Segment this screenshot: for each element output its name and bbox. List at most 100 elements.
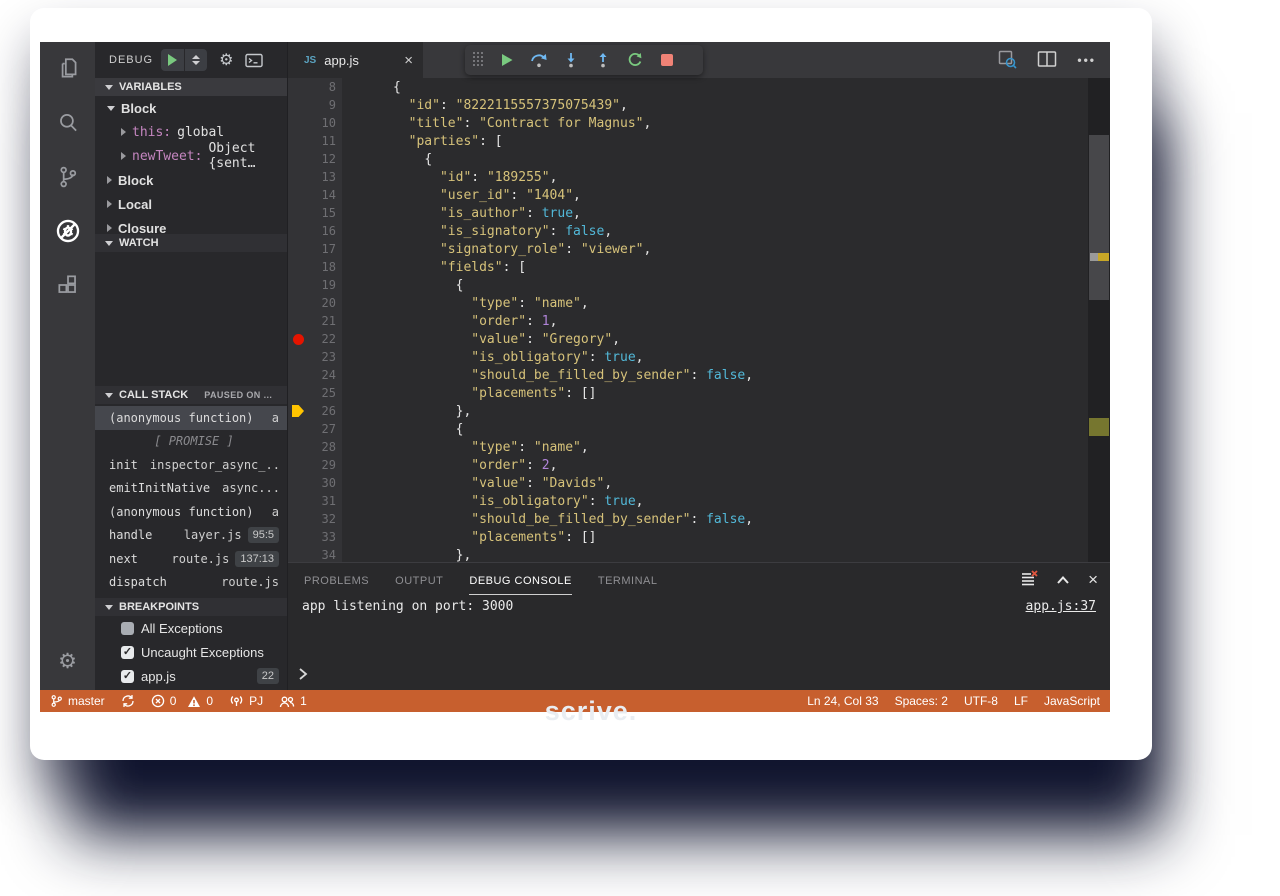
editor-gutter[interactable]: 21 [288,312,342,330]
code-line[interactable]: 21 "order": 1, [288,312,1110,330]
scope-row[interactable]: Block [95,168,287,192]
line-number[interactable]: 9 [308,98,336,112]
code-line[interactable]: 17 "signatory_role": "viewer", [288,240,1110,258]
code-line[interactable]: 10 "title": "Contract for Magnus", [288,114,1110,132]
callstack-row[interactable]: nextroute.js137:13 [95,547,287,571]
line-number[interactable]: 29 [308,458,336,472]
glyph-margin[interactable] [288,405,308,417]
search-icon[interactable] [40,96,95,150]
line-number[interactable]: 33 [308,530,336,544]
line-number[interactable]: 19 [308,278,336,292]
editor-gutter[interactable]: 26 [288,402,342,420]
console-prompt-icon[interactable] [298,667,308,684]
twistie-icon[interactable] [107,224,112,232]
editor-gutter[interactable]: 12 [288,150,342,168]
stop-button[interactable] [651,46,683,74]
line-number[interactable]: 8 [308,80,336,94]
code-line[interactable]: 30 "value": "Davids", [288,474,1110,492]
breakpoint-row[interactable]: All Exceptions [95,616,287,640]
tab-appjs[interactable]: JS app.js × [288,42,423,78]
breakpoints-section-header[interactable]: BREAKPOINTS [95,598,287,616]
panel-tab-terminal[interactable]: TERMINAL [598,566,658,594]
editor-gutter[interactable]: 14 [288,186,342,204]
continue-button[interactable] [491,46,523,74]
line-number[interactable]: 31 [308,494,336,508]
breakpoint-row[interactable]: ✓app.js22 [95,664,287,688]
callstack-row[interactable]: (anonymous function)a [95,406,287,430]
editor-gutter[interactable]: 17 [288,240,342,258]
editor-gutter[interactable]: 24 [288,366,342,384]
settings-gear-icon[interactable]: ⚙ [40,649,95,674]
panel-tab-output[interactable]: OUTPUT [395,566,443,594]
twistie-icon[interactable] [107,106,115,111]
line-number[interactable]: 15 [308,206,336,220]
step-over-button[interactable] [523,46,555,74]
code-line[interactable]: 14 "user_id": "1404", [288,186,1110,204]
line-number[interactable]: 21 [308,314,336,328]
twistie-icon[interactable] [121,152,126,160]
editor-gutter[interactable]: 23 [288,348,342,366]
editor-gutter[interactable]: 28 [288,438,342,456]
clear-console-icon[interactable] [1021,570,1038,590]
callstack-row[interactable]: [ PROMISE ] [95,430,287,454]
code-editor[interactable]: 8{9 "id": "8222115557375075439",10 "titl… [288,78,1110,562]
variables-section-header[interactable]: VARIABLES [95,78,287,96]
line-number[interactable]: 24 [308,368,336,382]
line-number[interactable]: 14 [308,188,336,202]
configure-gear-icon[interactable]: ⚙ [219,50,233,70]
tab-close-icon[interactable]: × [404,52,413,69]
code-line[interactable]: 34 }, [288,546,1110,562]
scrollbar-thumb[interactable] [1089,135,1109,300]
code-line[interactable]: 9 "id": "8222115557375075439", [288,96,1110,114]
callstack-section-header[interactable]: CALL STACK PAUSED ON ... [95,386,287,404]
editor-gutter[interactable]: 18 [288,258,342,276]
console-source-link[interactable]: app.js:37 [1026,599,1096,614]
scope-row[interactable]: Closure [95,216,287,234]
debug-console-toggle-icon[interactable] [245,53,263,68]
editor-gutter[interactable]: 31 [288,492,342,510]
code-line[interactable]: 22 "value": "Gregory", [288,330,1110,348]
breakpoint-dot[interactable] [293,334,304,345]
explorer-icon[interactable] [40,42,95,96]
code-line[interactable]: 25 "placements": [] [288,384,1110,402]
code-line[interactable]: 11 "parties": [ [288,132,1110,150]
callstack-row[interactable]: dispatchroute.js [95,571,287,595]
line-number[interactable]: 10 [308,116,336,130]
line-number[interactable]: 34 [308,548,336,562]
line-number[interactable]: 11 [308,134,336,148]
callstack-row[interactable]: (anonymous function)a [95,500,287,524]
editor-gutter[interactable]: 29 [288,456,342,474]
code-line[interactable]: 26 }, [288,402,1110,420]
overview-ruler[interactable] [1088,78,1110,562]
line-number[interactable]: 32 [308,512,336,526]
source-control-icon[interactable] [40,150,95,204]
scope-row[interactable]: Block [95,96,287,120]
panel-tab-debug-console[interactable]: DEBUG CONSOLE [469,566,571,595]
line-number[interactable]: 13 [308,170,336,184]
editor-gutter[interactable]: 30 [288,474,342,492]
editor-gutter[interactable]: 33 [288,528,342,546]
code-line[interactable]: 27 { [288,420,1110,438]
editor-gutter[interactable]: 19 [288,276,342,294]
code-line[interactable]: 16 "is_signatory": false, [288,222,1110,240]
line-number[interactable]: 20 [308,296,336,310]
line-number[interactable]: 27 [308,422,336,436]
callstack-row[interactable]: emitInitNativeasync... [95,477,287,501]
line-number[interactable]: 12 [308,152,336,166]
line-number[interactable]: 25 [308,386,336,400]
line-number[interactable]: 22 [308,332,336,346]
start-debug-button[interactable] [161,49,184,71]
editor-gutter[interactable]: 32 [288,510,342,528]
open-preview-icon[interactable] [997,49,1017,72]
editor-gutter[interactable]: 13 [288,168,342,186]
editor-gutter[interactable]: 10 [288,114,342,132]
editor-gutter[interactable]: 11 [288,132,342,150]
editor-gutter[interactable]: 22 [288,330,342,348]
breakpoint-checkbox[interactable] [121,622,134,635]
scope-row[interactable]: Local [95,192,287,216]
restart-button[interactable] [619,46,651,74]
code-line[interactable]: 24 "should_be_filled_by_sender": false, [288,366,1110,384]
editor-gutter[interactable]: 15 [288,204,342,222]
step-out-button[interactable] [587,46,619,74]
code-line[interactable]: 23 "is_obligatory": true, [288,348,1110,366]
